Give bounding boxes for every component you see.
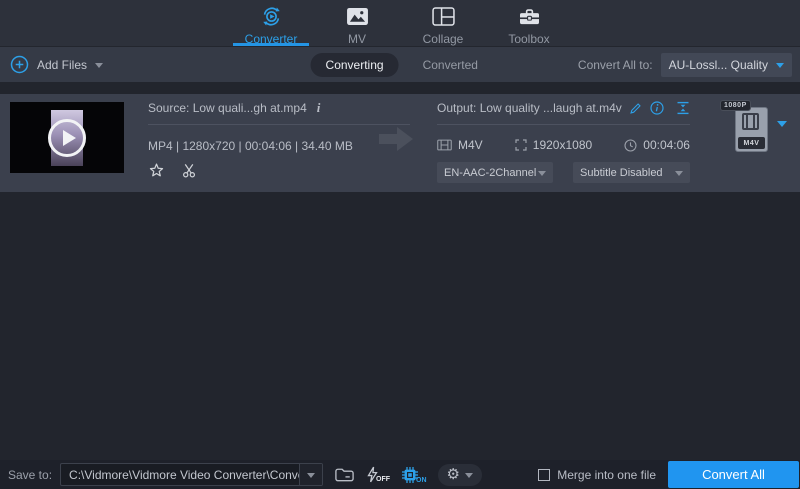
merge-toggle[interactable]: Merge into one file xyxy=(538,468,668,482)
tab-converter[interactable]: Converter xyxy=(231,0,311,46)
open-folder-button[interactable] xyxy=(334,466,355,483)
save-to-label: Save to: xyxy=(8,468,52,482)
compress-icon[interactable] xyxy=(676,101,690,115)
output-info-icon[interactable] xyxy=(650,101,664,115)
profile-film-icon xyxy=(742,113,759,130)
profile-format-label: M4V xyxy=(738,137,765,149)
converter-icon xyxy=(260,5,283,28)
source-filename: Source: Low quali...gh at.mp4 xyxy=(148,101,307,115)
toolbox-icon xyxy=(518,5,541,28)
tab-converting[interactable]: Converting xyxy=(311,53,399,77)
chevron-down-icon xyxy=(675,171,683,180)
content-area: Source: Low quali...gh at.mp4 i MP4 | 12… xyxy=(0,82,800,460)
tab-converted[interactable]: Converted xyxy=(415,53,486,77)
tab-collage[interactable]: Collage xyxy=(403,0,483,46)
source-block: Source: Low quali...gh at.mp4 i MP4 | 12… xyxy=(148,99,410,179)
top-nav: Converter MV xyxy=(0,0,800,47)
add-files-label: Add Files xyxy=(37,58,87,72)
tab-mv[interactable]: MV xyxy=(317,0,397,46)
file-row: Source: Low quali...gh at.mp4 i MP4 | 12… xyxy=(0,94,800,192)
output-filename: Output: Low quality ...laugh at.m4v xyxy=(437,101,622,115)
output-duration-value: 00:04:06 xyxy=(643,138,690,152)
audio-track-select[interactable]: EN-AAC-2Channel xyxy=(437,162,553,183)
output-resolution-group: 1920x1080 xyxy=(515,138,592,152)
collage-icon xyxy=(432,5,455,28)
settings-button[interactable]: ⚙ xyxy=(438,464,482,486)
chevron-down-icon xyxy=(307,473,315,482)
nav-tabs: Converter MV xyxy=(231,0,569,46)
convert-all-to-select[interactable]: AU-Lossl... Quality xyxy=(661,53,792,77)
profile-caret-icon[interactable] xyxy=(777,127,787,145)
save-path-dropdown-button[interactable] xyxy=(299,464,322,485)
mv-icon xyxy=(346,5,369,28)
cut-scissors-icon[interactable] xyxy=(181,162,198,179)
output-resolution-value: 1920x1080 xyxy=(533,138,592,152)
convert-all-to-label: Convert All to: xyxy=(578,58,653,72)
add-plus-icon xyxy=(10,55,29,74)
source-info-icon[interactable]: i xyxy=(317,100,321,116)
convert-all-button[interactable]: Convert All xyxy=(668,461,799,488)
film-icon xyxy=(437,139,452,151)
audio-track-value: EN-AAC-2Channel xyxy=(444,167,536,179)
save-path-value[interactable]: C:\Vidmore\Vidmore Video Converter\Conve… xyxy=(61,464,299,485)
output-profile-button[interactable]: M4V 1080P xyxy=(735,107,768,152)
subtitle-select[interactable]: Subtitle Disabled xyxy=(573,162,690,183)
arrow-right-icon xyxy=(377,124,415,159)
chevron-down-icon xyxy=(465,473,473,482)
rename-pencil-icon[interactable] xyxy=(629,102,642,115)
divider xyxy=(148,124,410,125)
app-window: Converter MV xyxy=(0,0,800,489)
hw-off-label: OFF xyxy=(376,476,390,483)
source-meta: MP4 | 1280x720 | 00:04:06 | 34.40 MB xyxy=(148,139,410,153)
convert-all-to: Convert All to: AU-Lossl... Quality xyxy=(578,47,792,82)
save-path-field[interactable]: C:\Vidmore\Vidmore Video Converter\Conve… xyxy=(60,463,323,486)
output-format-group: M4V xyxy=(437,138,483,152)
tab-toolbox-label: Toolbox xyxy=(508,32,549,46)
merge-label: Merge into one file xyxy=(557,468,656,482)
play-icon[interactable] xyxy=(48,119,86,157)
expand-icon xyxy=(515,139,527,151)
video-thumbnail[interactable] xyxy=(10,102,124,173)
tab-mv-label: MV xyxy=(348,32,366,46)
add-files-caret-icon xyxy=(95,63,103,72)
divider xyxy=(437,124,690,125)
edit-effects-icon[interactable] xyxy=(148,162,165,179)
convert-all-to-value: AU-Lossl... Quality xyxy=(669,58,768,72)
merge-checkbox[interactable] xyxy=(538,469,550,481)
active-tab-underline xyxy=(233,43,309,46)
output-block: Output: Low quality ...laugh at.m4v xyxy=(437,99,690,183)
tab-toolbox[interactable]: Toolbox xyxy=(489,0,569,46)
gear-icon: ⚙ xyxy=(447,467,460,482)
chevron-down-icon xyxy=(776,63,784,72)
profile-resolution-badge: 1080P xyxy=(720,100,751,111)
output-duration-group: 00:04:06 xyxy=(624,138,690,152)
clock-icon xyxy=(624,139,637,152)
tab-collage-label: Collage xyxy=(423,32,464,46)
gpu-on-label: ON xyxy=(416,477,427,484)
add-files-button[interactable]: Add Files xyxy=(10,55,103,74)
bottom-bar: Save to: C:\Vidmore\Vidmore Video Conver… xyxy=(0,460,800,489)
queue-tabs: Converting Converted xyxy=(311,47,486,82)
toolbar: Add Files Converting Converted Convert A… xyxy=(0,47,800,82)
chevron-down-icon xyxy=(538,171,546,180)
hardware-accel-off-icon[interactable]: OFF xyxy=(366,466,390,483)
subtitle-value: Subtitle Disabled xyxy=(580,167,663,179)
gpu-accel-on-icon[interactable]: ON xyxy=(401,466,427,484)
output-format-value: M4V xyxy=(458,138,483,152)
